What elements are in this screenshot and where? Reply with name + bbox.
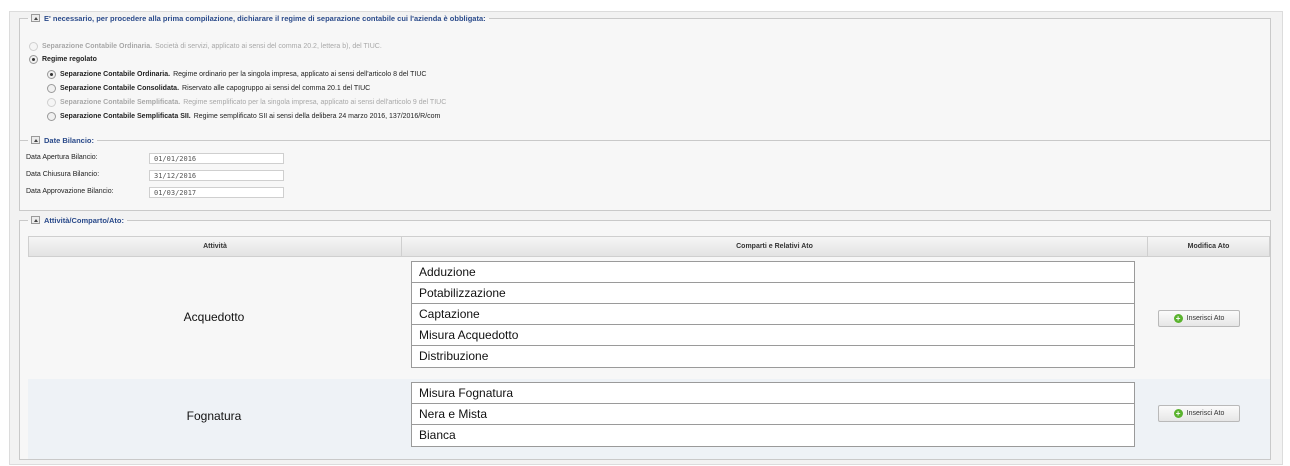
comparto-item[interactable]: Misura Acquedotto — [412, 325, 1134, 346]
data-approvazione-label: Data Approvazione Bilancio: — [26, 188, 114, 195]
radio-icon[interactable] — [47, 112, 56, 121]
data-apertura-input[interactable]: 01/01/2016 — [149, 153, 284, 164]
comparti-list: Misura Fognatura Nera e Mista Bianca — [411, 382, 1135, 447]
comparto-item[interactable]: Distribuzione — [412, 346, 1134, 367]
data-chiusura-input[interactable]: 31/12/2016 — [149, 170, 284, 181]
radio-sub-semplificata-sii[interactable]: Separazione Contabile Semplificata SII. … — [47, 112, 440, 121]
radio-icon[interactable] — [47, 98, 56, 107]
comparto-item[interactable]: Misura Fognatura — [412, 383, 1134, 404]
attivita-legend: Attività/Comparto/Ato: — [28, 215, 127, 225]
option-title: Separazione Contabile Semplificata. — [60, 99, 181, 106]
regime-legend: E' necessario, per procedere alla prima … — [28, 13, 489, 23]
comparto-item[interactable]: Adduzione — [412, 262, 1134, 283]
radio-regime-regolato[interactable]: Regime regolato — [29, 55, 100, 64]
data-chiusura-label: Data Chiusura Bilancio: — [26, 171, 100, 178]
header-modifica: Modifica Ato — [1187, 243, 1230, 250]
button-label: Inserisci Ato — [1186, 315, 1225, 322]
collapse-toggle-icon[interactable] — [31, 136, 40, 144]
date-legend-text: Date Bilancio: — [44, 135, 95, 145]
attivita-name: Fognatura — [186, 409, 242, 423]
header-comparti: Comparti e Relativi Ato — [736, 243, 813, 250]
add-icon: + — [1173, 314, 1183, 323]
comparto-item[interactable]: Potabilizzazione — [412, 283, 1134, 304]
collapse-toggle-icon[interactable] — [31, 216, 40, 224]
table-header: Attività Comparti e Relativi Ato Modific… — [28, 236, 1270, 257]
option-title: Separazione Contabile Ordinaria. — [60, 71, 171, 78]
option-title: Separazione Contabile Semplificata SII. — [60, 113, 191, 120]
option-desc: Regime semplificato per la singola impre… — [183, 99, 447, 106]
collapse-toggle-icon[interactable] — [31, 14, 40, 22]
inserisci-ato-button[interactable]: + Inserisci Ato — [1158, 310, 1240, 327]
table-row-acquedotto: Acquedotto Adduzione Potabilizzazione Ca… — [28, 257, 1270, 379]
regime-legend-text: E' necessario, per procedere alla prima … — [44, 13, 486, 23]
data-apertura-label: Data Apertura Bilancio: — [26, 154, 98, 161]
table-row-fognatura: Fognatura Misura Fognatura Nera e Mista … — [28, 379, 1270, 459]
radio-icon[interactable] — [47, 70, 56, 79]
inserisci-ato-button[interactable]: + Inserisci Ato — [1158, 405, 1240, 422]
radio-sub-ordinaria[interactable]: Separazione Contabile Ordinaria. Regime … — [47, 70, 426, 79]
date-legend: Date Bilancio: — [28, 135, 97, 145]
attivita-legend-text: Attività/Comparto/Ato: — [44, 215, 124, 225]
radio-icon[interactable] — [47, 84, 56, 93]
comparto-item[interactable]: Bianca — [412, 425, 1134, 446]
option-desc: Regime ordinario per la singola impresa,… — [173, 71, 427, 78]
radio-icon[interactable] — [29, 42, 38, 51]
radio-ordinaria-servizi[interactable]: Separazione Contabile Ordinaria. Società… — [29, 42, 382, 51]
option-desc: Società di servizi, applicato ai sensi d… — [155, 43, 382, 50]
data-approvazione-input[interactable]: 01/03/2017 — [149, 187, 284, 198]
comparti-list: Adduzione Potabilizzazione Captazione Mi… — [411, 261, 1135, 368]
comparto-item[interactable]: Captazione — [412, 304, 1134, 325]
option-title: Regime regolato — [42, 56, 97, 63]
option-title: Separazione Contabile Ordinaria. — [42, 43, 153, 50]
header-attivita: Attività — [203, 243, 227, 250]
add-icon: + — [1173, 409, 1183, 418]
button-label: Inserisci Ato — [1186, 410, 1225, 417]
option-desc: Regime semplificato SII ai sensi della d… — [193, 113, 441, 120]
radio-icon[interactable] — [29, 55, 38, 64]
attivita-name: Acquedotto — [183, 310, 245, 324]
option-title: Separazione Contabile Consolidata. — [60, 85, 180, 92]
option-desc: Riservato alle capogruppo ai sensi del c… — [182, 85, 371, 92]
radio-sub-consolidata[interactable]: Separazione Contabile Consolidata. Riser… — [47, 84, 370, 93]
comparto-item[interactable]: Nera e Mista — [412, 404, 1134, 425]
radio-sub-semplificata[interactable]: Separazione Contabile Semplificata. Regi… — [47, 98, 446, 107]
